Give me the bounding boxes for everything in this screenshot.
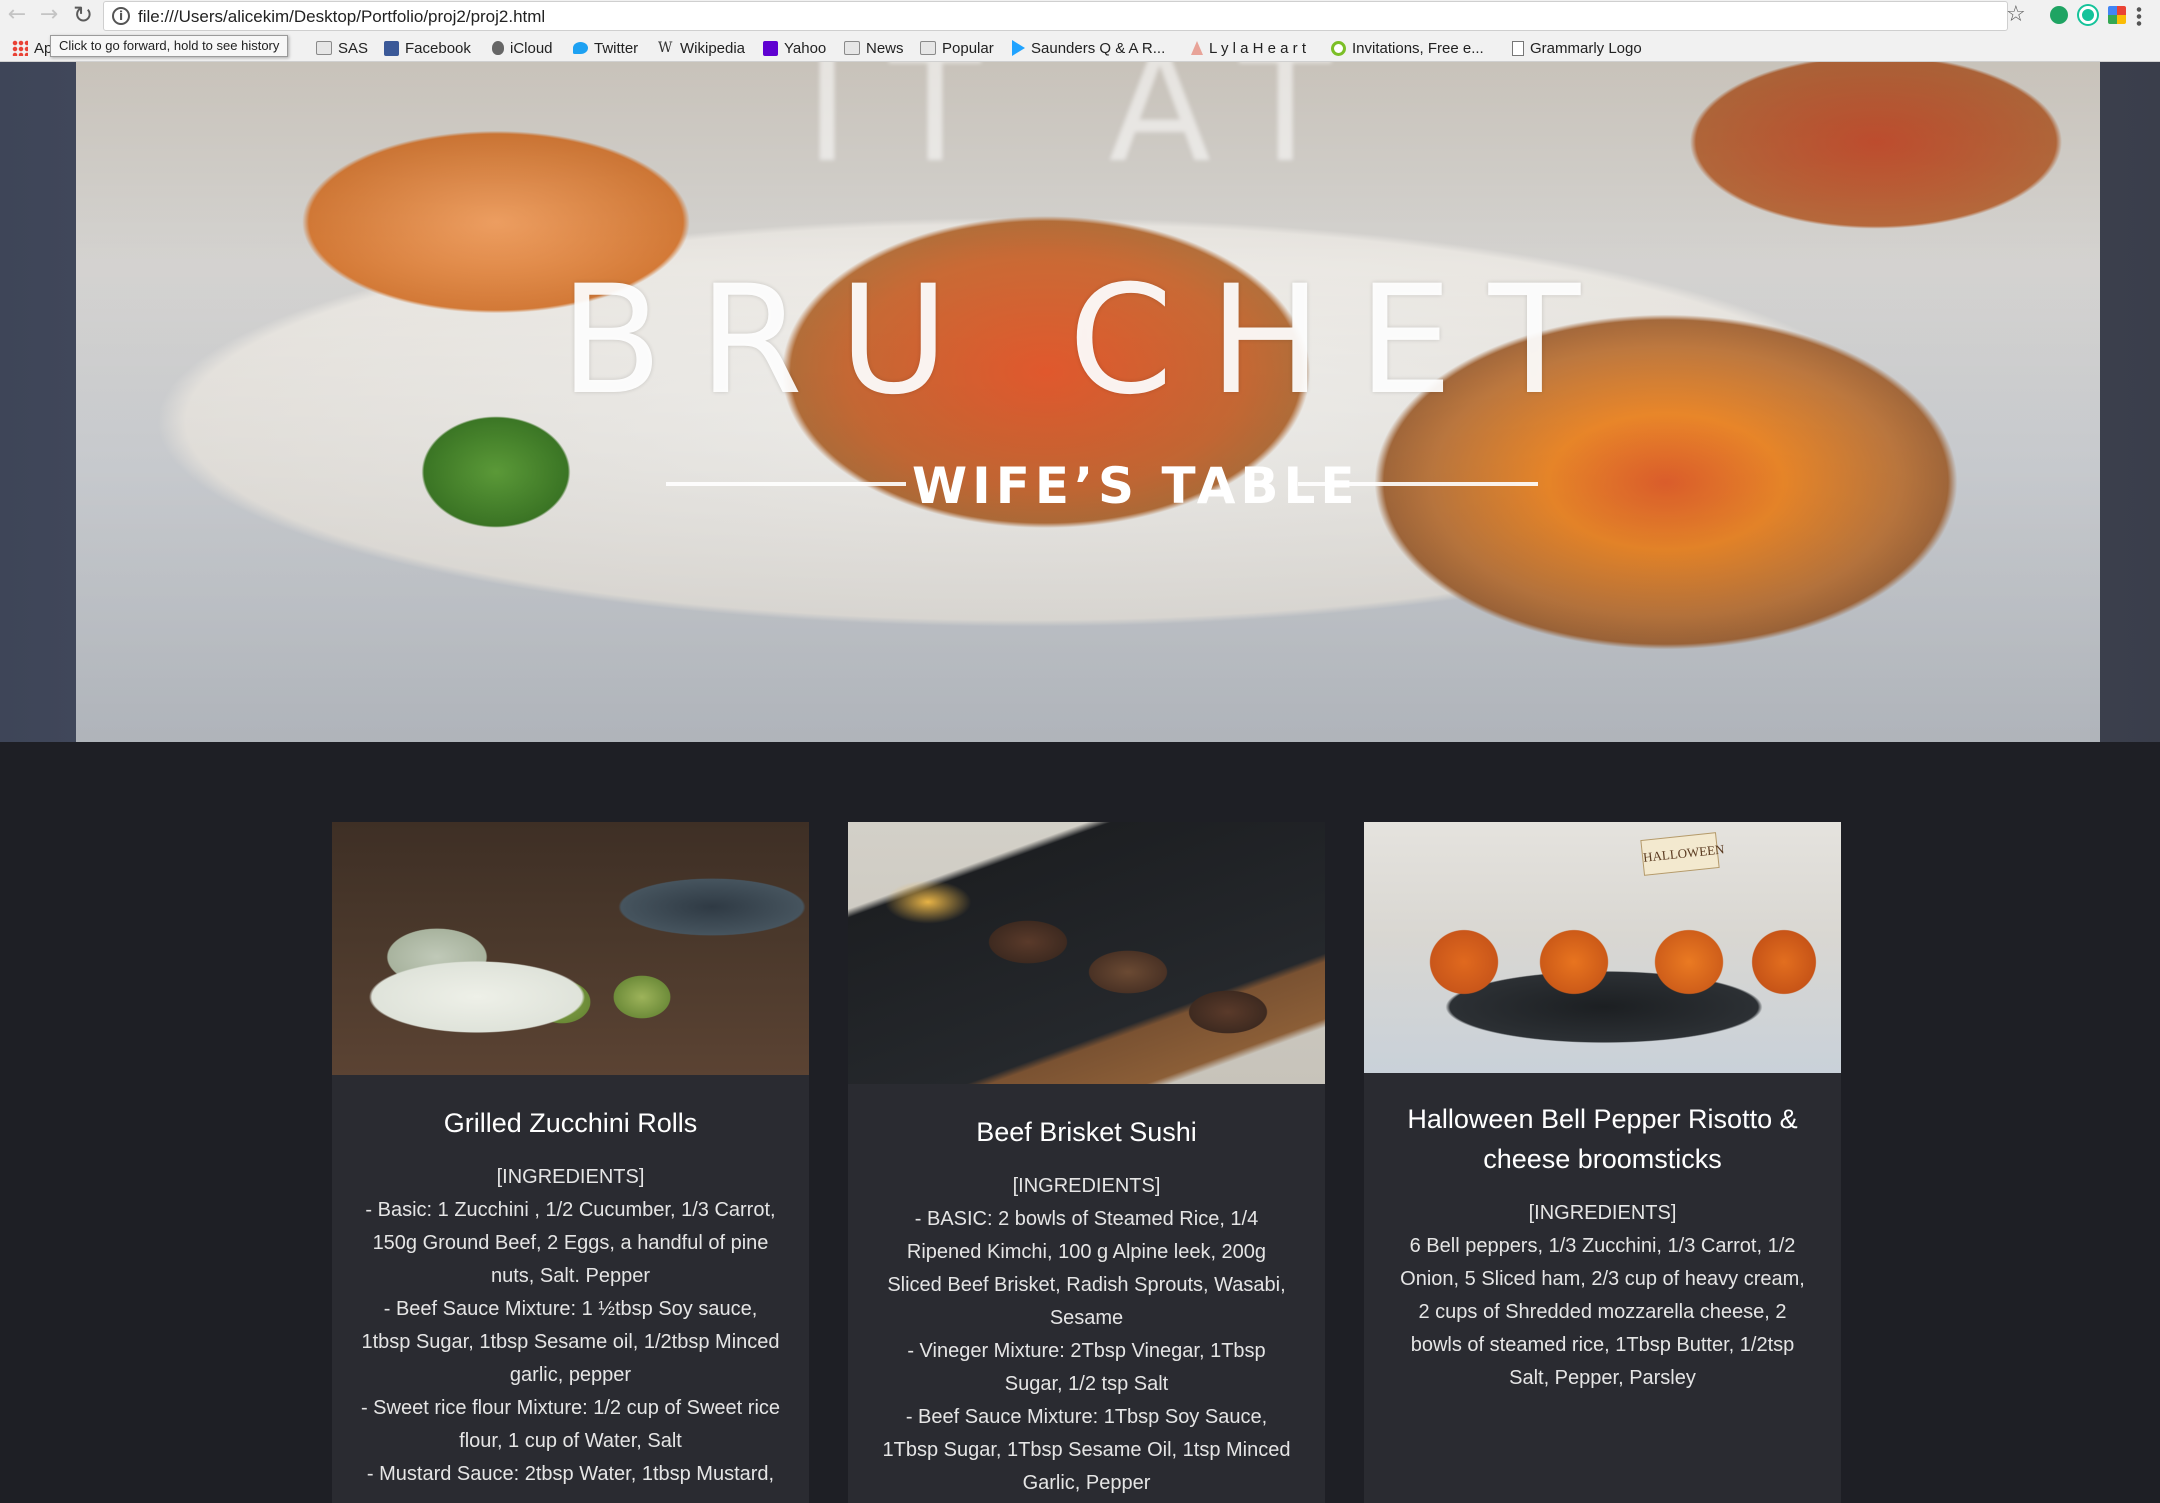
bookmark-popular[interactable]: Popular xyxy=(920,35,994,61)
menu-dots-icon[interactable] xyxy=(2136,6,2142,26)
recipe-title: Grilled Zucchini Rolls xyxy=(443,1108,698,1138)
ingredients-heading: [INGREDIENTS] xyxy=(1012,1175,1161,1197)
apps-icon xyxy=(12,40,28,56)
ingredient-line: Salt, Pepper, Parsley xyxy=(1509,1367,1696,1389)
bookmark-invitations[interactable]: Invitations, Free e... xyxy=(1331,35,1484,61)
recipe-photo xyxy=(848,822,1325,1084)
bookmark-icloud[interactable]: iCloud xyxy=(492,35,553,61)
ingredient-line: 1tbsp Sugar, 1tbsp Sesame oil, 1/2tbsp M… xyxy=(361,1331,780,1353)
extension-icon[interactable] xyxy=(2050,6,2068,24)
bookmark-label: L y l a H e a r t xyxy=(1209,39,1306,57)
ingredient-line: - Sweet rice flour Mixture: 1/2 cup of S… xyxy=(360,1397,781,1419)
bookmark-twitter[interactable]: Twitter xyxy=(573,35,638,61)
forward-arrow-icon[interactable]: → xyxy=(36,2,62,28)
ingredient-line: 150g Ground Beef, 2 Eggs, a handful of p… xyxy=(372,1232,769,1254)
halloween-flag: HALLOWEEN xyxy=(1640,832,1725,876)
ingredients-heading: [INGREDIENTS] xyxy=(496,1166,645,1188)
yahoo-icon xyxy=(763,40,778,56)
hero-banner: IT AT BRU CHET WIFE’S TABLE xyxy=(76,62,2100,742)
recipe-title: Halloween Bell Pepper Risotto & cheese b… xyxy=(1380,1099,1825,1179)
recipe-photo: HALLOWEEN xyxy=(1364,822,1841,1073)
recipe-card[interactable]: HALLOWEEN Halloween Bell Pepper Risotto … xyxy=(1364,822,1841,1503)
bookmarks-bar: Ap SAS Facebook iCloud Twitter W Wikipedi… xyxy=(0,35,2160,61)
bookmark-label: iCloud xyxy=(510,39,553,57)
bookmark-wikipedia[interactable]: W Wikipedia xyxy=(658,35,745,61)
bookmark-saunders[interactable]: Saunders Q & A R... xyxy=(1012,35,1165,61)
reload-icon[interactable]: ↻ xyxy=(70,2,96,28)
hero-divider-left xyxy=(666,482,906,486)
bookmark-news[interactable]: News xyxy=(844,35,904,61)
hero-title: BRU CHET xyxy=(559,254,1617,428)
bookmark-label: Saunders Q & A R... xyxy=(1031,39,1166,57)
info-icon[interactable]: i xyxy=(112,7,130,25)
back-arrow-icon[interactable]: ← xyxy=(4,2,30,28)
bookmark-yahoo[interactable]: Yahoo xyxy=(763,35,826,61)
invitations-icon xyxy=(1331,40,1346,56)
recipe-body: Grilled Zucchini Rolls [INGREDIENTS] - B… xyxy=(332,1103,809,1491)
facebook-icon xyxy=(384,40,399,56)
wikipedia-icon: W xyxy=(658,40,673,56)
ingredient-line: nuts, Salt. Pepper xyxy=(491,1265,650,1287)
folder-icon xyxy=(920,41,936,55)
bookmark-label: Wikipedia xyxy=(680,39,746,57)
ingredient-line: Garlic, Pepper xyxy=(1022,1472,1151,1494)
bookmark-label: Twitter xyxy=(594,39,639,57)
ingredient-line: - Mustard Sauce: 2tbsp Water, 1tbsp Must… xyxy=(366,1463,775,1485)
folder-icon xyxy=(844,41,860,55)
apple-icon xyxy=(492,41,504,55)
play-icon xyxy=(1012,40,1025,56)
recipe-card[interactable]: Grilled Zucchini Rolls [INGREDIENTS] - B… xyxy=(332,822,809,1503)
address-bar[interactable]: i file:///Users/alicekim/Desktop/Portfol… xyxy=(103,1,2008,31)
grammarly-extension-icon[interactable] xyxy=(2079,6,2097,24)
bookmark-grammarly[interactable]: Grammarly Logo xyxy=(1512,35,1642,61)
ingredient-line: - Vineger Mixture: 2Tbsp Vinegar, 1Tbsp xyxy=(907,1340,1266,1362)
recipe-photo xyxy=(332,822,809,1075)
bookmark-label: Popular xyxy=(942,39,994,57)
ingredient-line: Onion, 5 Sliced ham, 2/3 cup of heavy cr… xyxy=(1400,1268,1805,1290)
color-extension-icon[interactable] xyxy=(2108,6,2126,24)
recipe-body: Halloween Bell Pepper Risotto & cheese b… xyxy=(1364,1099,1841,1395)
ingredient-line: bowls of steamed rice, 1Tbsp Butter, 1/2… xyxy=(1410,1334,1795,1356)
ingredient-line: Sesame xyxy=(1049,1307,1124,1329)
ingredient-line: 6 Bell peppers, 1/3 Zucchini, 1/3 Carrot… xyxy=(1409,1235,1796,1257)
bookmark-label: SAS xyxy=(338,39,369,57)
recipe-body: Beef Brisket Sushi [INGREDIENTS] - BASIC… xyxy=(848,1112,1325,1500)
ingredient-line: - Basic: 1 Zucchini , 1/2 Cucumber, 1/3 … xyxy=(365,1199,776,1221)
recipe-title: Beef Brisket Sushi xyxy=(976,1117,1197,1147)
lyla-icon xyxy=(1191,41,1203,55)
ingredient-line: - Beef Sauce Mixture: 1Tbsp Soy Sauce, xyxy=(905,1406,1268,1428)
bookmark-facebook[interactable]: Facebook xyxy=(384,35,471,61)
bookmark-apps[interactable]: Ap xyxy=(12,35,52,61)
ingredient-line: 1Tbsp Sugar, 1Tbsp Sesame Oil, 1tsp Minc… xyxy=(882,1439,1291,1461)
browser-toolbar: ← → ↻ i file:///Users/alicekim/Desktop/P… xyxy=(0,0,2160,62)
document-icon xyxy=(1512,40,1524,56)
bookmark-sas[interactable]: SAS xyxy=(316,35,368,61)
recipe-title-line: cheese broomsticks xyxy=(1483,1144,1722,1174)
ingredient-line: Sliced Beef Brisket, Radish Sprouts, Was… xyxy=(887,1274,1286,1296)
hero-subtitle: WIFE’S TABLE xyxy=(912,457,1360,515)
bookmark-label: Yahoo xyxy=(784,39,827,57)
ingredient-line: 2 cups of Shredded mozzarella cheese, 2 xyxy=(1418,1301,1787,1323)
ingredient-line: - Beef Sauce Mixture: 1 ½tbsp Soy sauce, xyxy=(383,1298,758,1320)
hero-title-top: IT AT xyxy=(804,62,1372,196)
bookmark-star-icon[interactable]: ☆ xyxy=(2006,2,2026,27)
ingredients-heading: [INGREDIENTS] xyxy=(1528,1202,1677,1224)
ingredient-line: - BASIC: 2 bowls of Steamed Rice, 1/4 xyxy=(914,1208,1259,1230)
bookmark-label: Facebook xyxy=(405,39,471,57)
ingredient-line: Sugar, 1/2 tsp Salt xyxy=(1004,1373,1169,1395)
recipe-card[interactable]: Beef Brisket Sushi [INGREDIENTS] - BASIC… xyxy=(848,822,1325,1503)
ingredient-line: Ripened Kimchi, 100 g Alpine leek, 200g xyxy=(906,1241,1267,1263)
forward-tooltip: Click to go forward, hold to see history xyxy=(50,35,289,57)
ingredient-line: flour, 1 cup of Water, Salt xyxy=(459,1430,682,1452)
bookmark-label: News xyxy=(866,39,904,57)
ingredient-line: garlic, pepper xyxy=(509,1364,632,1386)
bookmark-lylaheart[interactable]: L y l a H e a r t xyxy=(1191,35,1306,61)
url-text[interactable]: file:///Users/alicekim/Desktop/Portfolio… xyxy=(138,7,545,27)
bookmark-label: Grammarly Logo xyxy=(1530,39,1642,57)
hero-divider-right xyxy=(1298,482,1538,486)
recipe-title-line: Halloween Bell Pepper Risotto & xyxy=(1407,1104,1798,1134)
bookmark-label: Invitations, Free e... xyxy=(1352,39,1484,57)
folder-icon xyxy=(316,41,332,55)
twitter-icon xyxy=(573,42,588,54)
